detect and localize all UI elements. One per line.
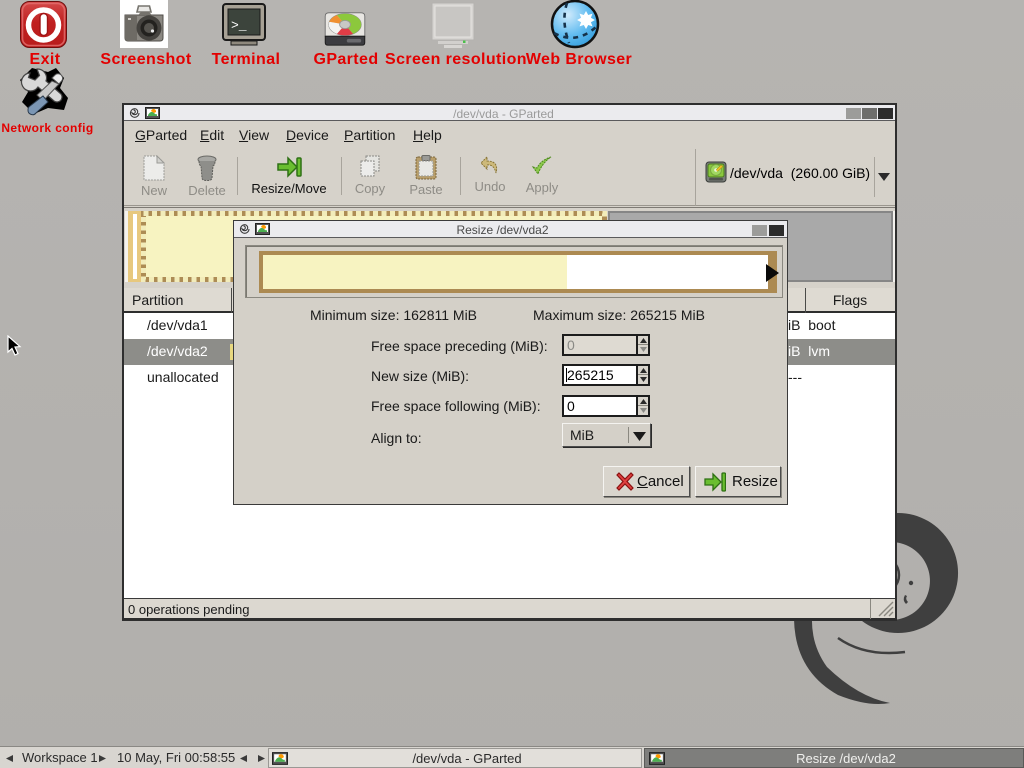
svg-text:>_: >_ — [231, 18, 247, 33]
